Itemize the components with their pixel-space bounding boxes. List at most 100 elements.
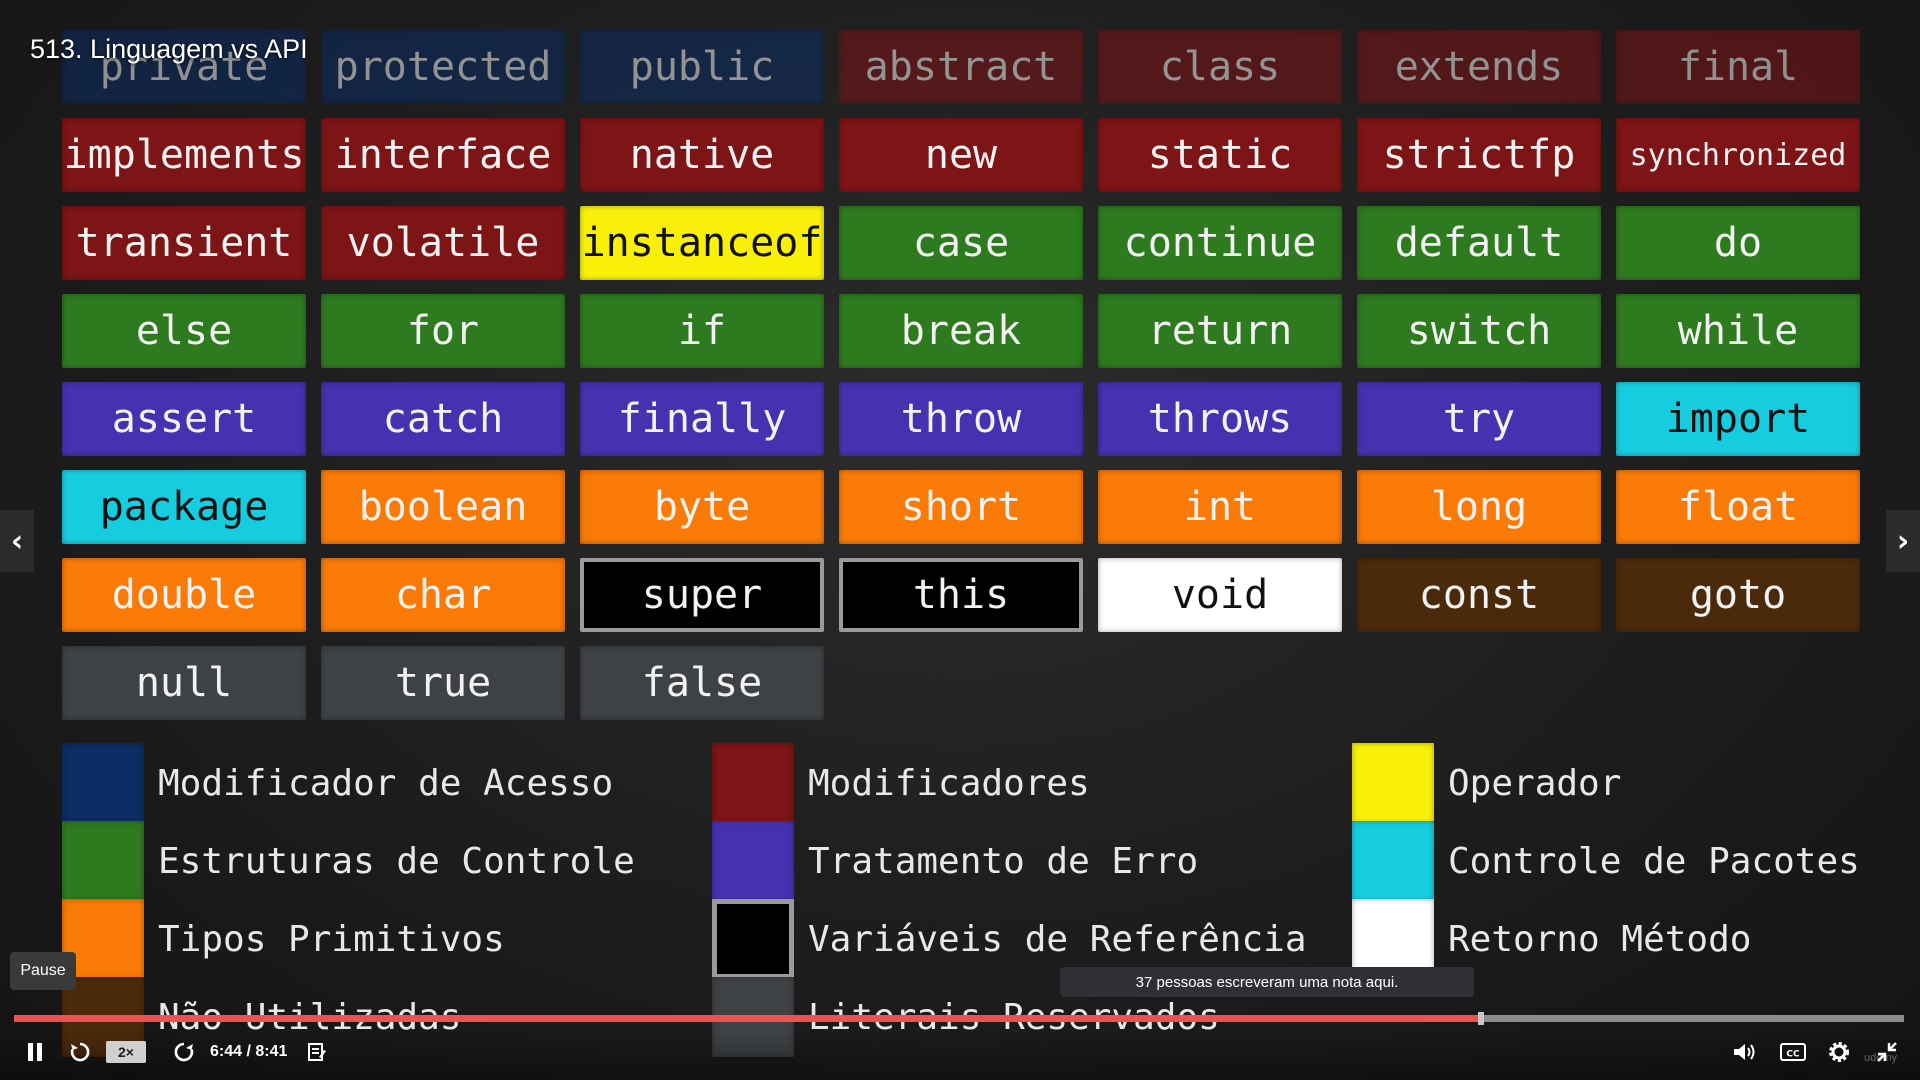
legend-item: Tipos Primitivos [62,898,682,980]
keyword-break: break [839,294,1083,368]
legend-label: Tratamento de Erro [808,840,1199,882]
next-lecture-button[interactable]: › [1886,510,1920,572]
chevron-right-icon: › [1896,523,1910,559]
keyword-short: short [839,470,1083,544]
keyword-byte: byte [580,470,824,544]
forward-button[interactable] [170,1030,198,1074]
volume-icon [1734,1044,1755,1060]
keyword-boolean: boolean [321,470,565,544]
settings-icon [1829,1042,1849,1062]
category-legend: Modificador de Acesso Estruturas de Contr… [62,742,1882,1062]
chevron-left-icon: ‹ [10,523,24,559]
legend-swatch [712,821,794,901]
keyword-protected: protected [321,30,565,104]
video-frame[interactable]: private protected public abstract class exten… [0,0,1920,1080]
keyword-class: class [1098,30,1342,104]
keyword-new: new [839,118,1083,192]
legend-item: Operador [1352,742,1920,824]
lecture-title: 513. Linguagem vs API [30,34,308,64]
playback-speed-button[interactable]: 2× [106,1030,146,1074]
keyword-static: static [1098,118,1342,192]
legend-label: Retorno Método [1448,918,1752,960]
keyword-catch: catch [321,382,565,456]
legend-item: Modificadores [712,742,1332,824]
keyword-transient: transient [62,206,306,280]
keyword-true: true [321,646,565,720]
keyword-throws: throws [1098,382,1342,456]
rewind-button[interactable] [66,1030,94,1074]
keyword-long: long [1357,470,1601,544]
keyword-goto: goto [1616,558,1860,632]
keyword-for: for [321,294,565,368]
keyword-extends: extends [1357,30,1601,104]
captions-button[interactable]: CC [1778,1030,1808,1074]
legend-item: Controle de Pacotes [1352,820,1920,902]
keyword-this: this [839,558,1083,632]
playback-speed-label: 2× [106,1041,146,1063]
keyword-double: double [62,558,306,632]
volume-button[interactable] [1730,1030,1760,1074]
keyword-throw: throw [839,382,1083,456]
legend-item: Modificador de Acesso [62,742,682,824]
time-display: 6:44 / 8:41 [210,1043,288,1060]
legend-label: Operador [1448,762,1622,804]
keyword-instanceof: instanceof [580,206,824,280]
rewind-icon [70,1042,90,1062]
captions-icon: CC [1780,1043,1806,1061]
legend-swatch [62,743,144,823]
legend-label: Controle de Pacotes [1448,840,1860,882]
legend-swatch [712,899,794,979]
keyword-native: native [580,118,824,192]
legend-swatch [1352,821,1434,901]
keyword-switch: switch [1357,294,1601,368]
legend-label: Modificadores [808,762,1090,804]
keyword-super: super [580,558,824,632]
previous-lecture-button[interactable]: ‹ [0,510,34,572]
progress-fill [14,1015,1481,1022]
keyword-package: package [62,470,306,544]
keyword-if: if [580,294,824,368]
add-note-button[interactable] [304,1030,330,1074]
keyword-strictfp: strictfp [1357,118,1601,192]
progress-handle[interactable] [1477,1012,1484,1025]
keyword-case: case [839,206,1083,280]
keyword-public: public [580,30,824,104]
keyword-interface: interface [321,118,565,192]
forward-icon [174,1042,194,1062]
keyword-continue: continue [1098,206,1342,280]
keyword-final: final [1616,30,1860,104]
keyword-synchronized: synchronized [1616,118,1860,192]
keyword-volatile: volatile [321,206,565,280]
svg-text:CC: CC [1786,1050,1800,1060]
legend-swatch [62,821,144,901]
keyword-default: default [1357,206,1601,280]
legend-swatch [712,743,794,823]
brand-watermark: udemy [1864,1052,1898,1064]
keyword-null: null [62,646,306,720]
legend-item: Estruturas de Controle [62,820,682,902]
settings-button[interactable] [1824,1030,1854,1074]
keyword-finally: finally [580,382,824,456]
keyword-abstract: abstract [839,30,1083,104]
keyword-char: char [321,558,565,632]
notes-icon [308,1043,326,1061]
keyword-float: float [1616,470,1860,544]
keyword-try: try [1357,382,1601,456]
keyword-grid: private protected public abstract class exten… [62,30,1860,720]
legend-label: Estruturas de Controle [158,840,635,882]
progress-bar[interactable] [14,1012,1904,1025]
keyword-int: int [1098,470,1342,544]
keyword-return: return [1098,294,1342,368]
keyword-import: import [1616,382,1860,456]
keyword-assert: assert [62,382,306,456]
pause-icon [28,1043,42,1061]
keyword-void: void [1098,558,1342,632]
keyword-else: else [62,294,306,368]
keyword-implements: implements [62,118,306,192]
player-controls: 2× 6:44 / 8:41 CC [0,1030,1920,1080]
legend-label: Tipos Primitivos [158,918,505,960]
pause-button[interactable] [22,1030,48,1074]
legend-label: Modificador de Acesso [158,762,614,804]
legend-label: Variáveis de Referência [808,918,1307,960]
legend-item: Tratamento de Erro [712,820,1332,902]
